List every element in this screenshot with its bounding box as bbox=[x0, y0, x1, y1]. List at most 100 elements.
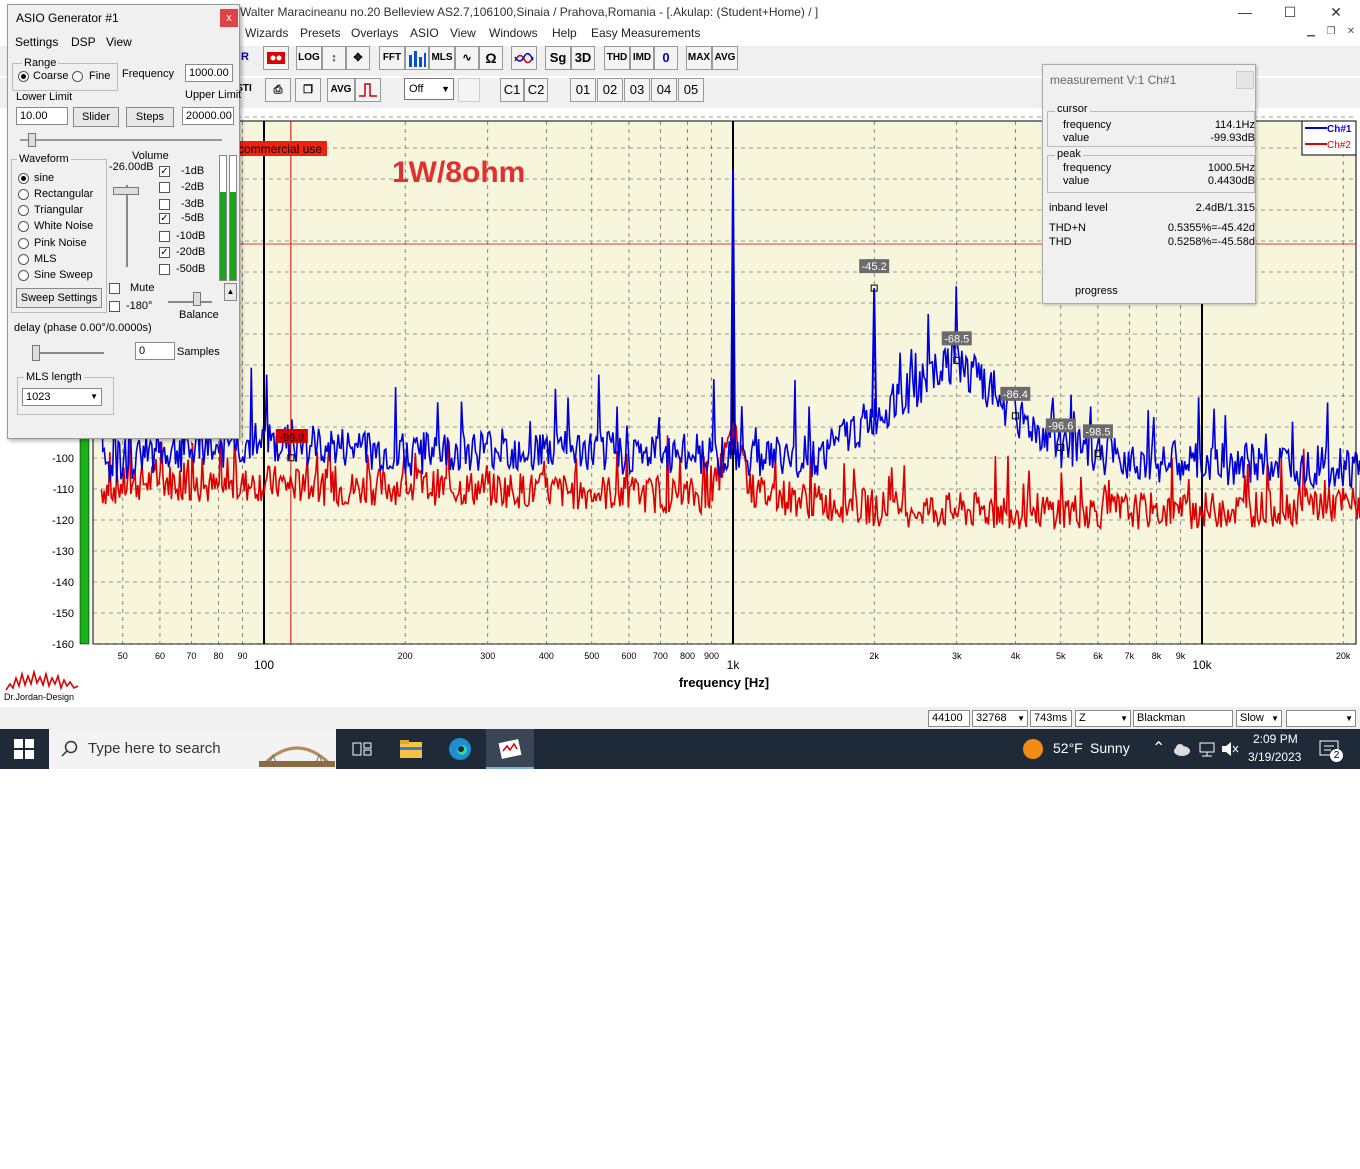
phase-icon[interactable] bbox=[511, 46, 537, 70]
volume-slider-thumb[interactable] bbox=[113, 187, 139, 195]
close-button[interactable]: ✕ bbox=[1313, 0, 1359, 24]
delay-slider-thumb[interactable] bbox=[32, 345, 40, 361]
fft-size-select[interactable]: 32768 ▼ bbox=[972, 710, 1028, 727]
mdi-restore-icon[interactable]: ❐ bbox=[1322, 26, 1340, 42]
toolbar-c1-button[interactable]: C1 bbox=[500, 78, 524, 102]
frequency-slider-track[interactable] bbox=[20, 139, 222, 141]
asio-generator-window[interactable]: ASIO Generator #1 x Settings DSP View Ra… bbox=[7, 4, 241, 439]
menu-wizards[interactable]: Wizards bbox=[245, 26, 288, 40]
menu-overlays[interactable]: Overlays bbox=[351, 26, 398, 40]
mdi-close-icon[interactable]: ✕ bbox=[1342, 26, 1360, 42]
waveform-triangular-radio[interactable] bbox=[18, 205, 29, 216]
generator-menu-dsp[interactable]: DSP bbox=[71, 35, 96, 49]
menu-help[interactable]: Help bbox=[552, 26, 577, 40]
memory-02-button[interactable]: 02 bbox=[597, 78, 623, 102]
scroll-up-icon[interactable]: ▲ bbox=[224, 283, 237, 301]
volume-muted-icon[interactable] bbox=[1220, 739, 1240, 759]
waveform-sine-radio[interactable] bbox=[18, 173, 29, 184]
sample-rate-field[interactable]: 44100 bbox=[928, 710, 970, 727]
move-icon[interactable]: ✥ bbox=[346, 46, 370, 70]
waveform-icon[interactable]: ∿ bbox=[455, 46, 479, 70]
delay-slider-track[interactable] bbox=[32, 352, 104, 354]
weather-condition[interactable]: Sunny bbox=[1090, 740, 1130, 756]
waveform-mls-radio[interactable] bbox=[18, 254, 29, 265]
waveform-sine-sweep-radio[interactable] bbox=[18, 270, 29, 281]
slider-button[interactable]: Slider bbox=[73, 107, 119, 127]
trigger-select[interactable]: Off ▼ bbox=[404, 78, 454, 100]
mute-checkbox[interactable] bbox=[109, 283, 120, 294]
menu-view[interactable]: View bbox=[450, 26, 476, 40]
toolbar-log-button[interactable]: LOG bbox=[296, 46, 322, 70]
atten-50db-checkbox[interactable] bbox=[159, 264, 170, 275]
memory-01-button[interactable]: 01 bbox=[570, 78, 596, 102]
taskbar-search-box[interactable]: Type here to search bbox=[49, 729, 336, 769]
mode-select[interactable]: Z ▼ bbox=[1075, 710, 1131, 727]
task-view-icon[interactable] bbox=[350, 737, 374, 761]
record-icon[interactable] bbox=[263, 46, 289, 70]
impedance-icon[interactable]: Ω bbox=[479, 46, 503, 70]
window-function-field[interactable]: Blackman bbox=[1133, 710, 1233, 727]
active-app-tab[interactable] bbox=[486, 729, 534, 769]
samples-input[interactable]: 0 bbox=[135, 342, 175, 360]
weather-sun-icon[interactable] bbox=[1022, 738, 1044, 760]
clock-date[interactable]: 3/19/2023 bbox=[1248, 750, 1301, 764]
network-icon[interactable] bbox=[1197, 739, 1217, 759]
edge-browser-icon[interactable] bbox=[448, 737, 472, 761]
toolbar-zero-button[interactable]: 0 bbox=[654, 46, 678, 70]
chevron-up-icon[interactable]: ⌃ bbox=[1152, 738, 1165, 758]
atten-3db-checkbox[interactable] bbox=[159, 199, 170, 210]
toolbar-avg2-button[interactable]: AVG bbox=[327, 78, 355, 102]
toolbar-imd-button[interactable]: IMD bbox=[630, 46, 654, 70]
toolbar-3d-button[interactable]: 3D bbox=[571, 46, 595, 70]
minimize-button[interactable]: — bbox=[1222, 0, 1268, 24]
coarse-radio[interactable] bbox=[18, 71, 29, 82]
measurement-close-button[interactable] bbox=[1236, 71, 1254, 89]
waveform-white-noise-radio[interactable] bbox=[18, 221, 29, 232]
toolbar-blank-button[interactable] bbox=[458, 78, 480, 102]
menu-presets[interactable]: Presets bbox=[300, 26, 341, 40]
cloud-icon[interactable] bbox=[1172, 739, 1192, 759]
memory-03-button[interactable]: 03 bbox=[624, 78, 650, 102]
vertical-zoom-icon[interactable]: ↕ bbox=[322, 46, 346, 70]
invert-checkbox[interactable] bbox=[109, 301, 120, 312]
mdi-minimize-icon[interactable]: ▁ bbox=[1302, 26, 1320, 42]
menu-windows[interactable]: Windows bbox=[489, 26, 538, 40]
mls-length-select[interactable]: 1023 ▼ bbox=[22, 388, 102, 406]
measurement-window[interactable]: measurement V:1 Ch#1 cursor frequency 11… bbox=[1042, 64, 1256, 304]
frequency-input[interactable]: 1000.00 bbox=[185, 64, 233, 82]
volume-slider-track[interactable] bbox=[126, 185, 128, 267]
toolbar-sg-button[interactable]: Sg bbox=[545, 46, 571, 70]
menu-asio[interactable]: ASIO bbox=[410, 26, 439, 40]
toolbar-mls-button[interactable]: MLS bbox=[429, 46, 455, 70]
memory-05-button[interactable]: 05 bbox=[678, 78, 704, 102]
step-response-icon[interactable] bbox=[355, 78, 381, 102]
extra-select[interactable]: ▼ bbox=[1286, 710, 1356, 727]
toolbar-c2-button[interactable]: C2 bbox=[524, 78, 548, 102]
memory-04-button[interactable]: 04 bbox=[651, 78, 677, 102]
atten-1db-checkbox[interactable]: ✓ bbox=[159, 166, 170, 177]
atten-5db-checkbox[interactable]: ✓ bbox=[159, 213, 170, 224]
toolbar-fft-button[interactable]: FFT bbox=[379, 46, 405, 70]
fine-radio[interactable] bbox=[72, 71, 83, 82]
generator-menu-view[interactable]: View bbox=[106, 35, 132, 49]
steps-button[interactable]: Steps bbox=[126, 107, 174, 127]
atten-20db-checkbox[interactable]: ✓ bbox=[159, 247, 170, 258]
copy-icon[interactable]: ❐ bbox=[295, 78, 321, 102]
balance-slider-thumb[interactable] bbox=[193, 292, 201, 306]
print-icon[interactable]: ⎙ bbox=[265, 78, 291, 102]
waveform-pink-noise-radio[interactable] bbox=[18, 238, 29, 249]
generator-close-button[interactable]: x bbox=[220, 9, 238, 27]
maximize-button[interactable]: ☐ bbox=[1267, 0, 1313, 24]
weather-temperature[interactable]: 52°F bbox=[1053, 740, 1083, 756]
atten-2db-checkbox[interactable] bbox=[159, 182, 170, 193]
generator-menu-settings[interactable]: Settings bbox=[15, 35, 58, 49]
toolbar-max-button[interactable]: MAX bbox=[686, 46, 712, 70]
atten-10db-checkbox[interactable] bbox=[159, 231, 170, 242]
waveform-rectangular-radio[interactable] bbox=[18, 189, 29, 200]
spectrum-bars-icon[interactable] bbox=[405, 46, 429, 70]
toolbar-thd-button[interactable]: THD bbox=[604, 46, 630, 70]
windows-start-icon[interactable] bbox=[14, 739, 34, 759]
frequency-slider-thumb[interactable] bbox=[28, 133, 36, 147]
toolbar-avg-button[interactable]: AVG bbox=[712, 46, 738, 70]
balance-slider-track[interactable] bbox=[168, 301, 212, 303]
